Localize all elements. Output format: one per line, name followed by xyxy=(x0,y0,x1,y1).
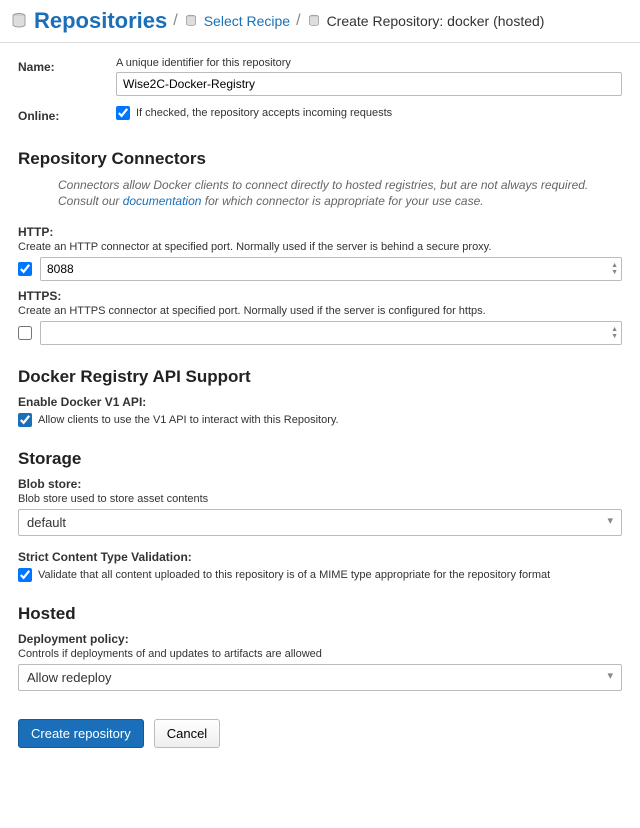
database-icon xyxy=(10,12,28,30)
policy-helper: Controls if deployments of and updates t… xyxy=(18,648,622,660)
deployment-policy-select[interactable]: Allow redeploy xyxy=(18,664,622,691)
name-label: Name: xyxy=(18,57,116,74)
breadcrumb-current: Create Repository: docker (hosted) xyxy=(327,13,545,29)
http-port-input[interactable] xyxy=(40,257,622,281)
section-api: Docker Registry API Support xyxy=(18,367,622,387)
https-helper: Create an HTTPS connector at specified p… xyxy=(18,305,622,317)
database-icon xyxy=(184,14,198,29)
https-spinner[interactable]: ▲▼ xyxy=(609,322,620,344)
strict-desc: Validate that all content uploaded to th… xyxy=(38,569,550,581)
field-name: Name: A unique identifier for this repos… xyxy=(18,57,622,96)
section-connectors: Repository Connectors xyxy=(18,149,622,169)
database-icon xyxy=(307,14,321,29)
http-enable-checkbox[interactable] xyxy=(18,262,32,276)
http-spinner[interactable]: ▲▼ xyxy=(609,258,620,280)
field-online: Online: If checked, the repository accep… xyxy=(18,106,622,123)
chevron-up-icon[interactable]: ▲ xyxy=(609,326,620,333)
online-checkbox[interactable] xyxy=(116,106,130,120)
blob-store-select[interactable]: default xyxy=(18,509,622,536)
form-body: Name: A unique identifier for this repos… xyxy=(0,43,640,705)
https-port-input[interactable] xyxy=(40,321,622,345)
online-desc: If checked, the repository accepts incom… xyxy=(136,107,392,119)
http-label: HTTP: xyxy=(18,225,622,239)
v1-label: Enable Docker V1 API: xyxy=(18,395,622,409)
cancel-button[interactable]: Cancel xyxy=(154,719,220,748)
connectors-note-post: for which connector is appropriate for y… xyxy=(201,194,483,208)
breadcrumb-select-recipe[interactable]: Select Recipe xyxy=(204,13,290,29)
chevron-down-icon[interactable]: ▼ xyxy=(609,333,620,340)
breadcrumb: Repositories / Select Recipe / Create Re… xyxy=(0,0,640,43)
http-helper: Create an HTTP connector at specified po… xyxy=(18,241,622,253)
v1-api-checkbox[interactable] xyxy=(18,413,32,427)
http-row: ▲▼ xyxy=(18,257,622,281)
documentation-link[interactable]: documentation xyxy=(123,194,202,208)
strict-label: Strict Content Type Validation: xyxy=(18,550,622,564)
breadcrumb-sep: / xyxy=(296,12,300,30)
blob-helper: Blob store used to store asset contents xyxy=(18,493,622,505)
connectors-note: Connectors allow Docker clients to conne… xyxy=(18,177,622,217)
section-storage: Storage xyxy=(18,449,622,469)
chevron-up-icon[interactable]: ▲ xyxy=(609,262,620,269)
https-enable-checkbox[interactable] xyxy=(18,326,32,340)
name-input[interactable] xyxy=(116,72,622,96)
breadcrumb-root[interactable]: Repositories xyxy=(34,8,167,34)
create-repository-button[interactable]: Create repository xyxy=(18,719,144,748)
v1-desc: Allow clients to use the V1 API to inter… xyxy=(38,414,339,426)
https-label: HTTPS: xyxy=(18,289,622,303)
name-helper: A unique identifier for this repository xyxy=(116,57,622,69)
chevron-down-icon[interactable]: ▼ xyxy=(609,269,620,276)
online-label: Online: xyxy=(18,106,116,123)
policy-label: Deployment policy: xyxy=(18,632,622,646)
breadcrumb-sep: / xyxy=(173,12,177,30)
blob-label: Blob store: xyxy=(18,477,622,491)
button-row: Create repository Cancel xyxy=(0,705,640,766)
section-hosted: Hosted xyxy=(18,604,622,624)
strict-validation-checkbox[interactable] xyxy=(18,568,32,582)
https-row: ▲▼ xyxy=(18,321,622,345)
